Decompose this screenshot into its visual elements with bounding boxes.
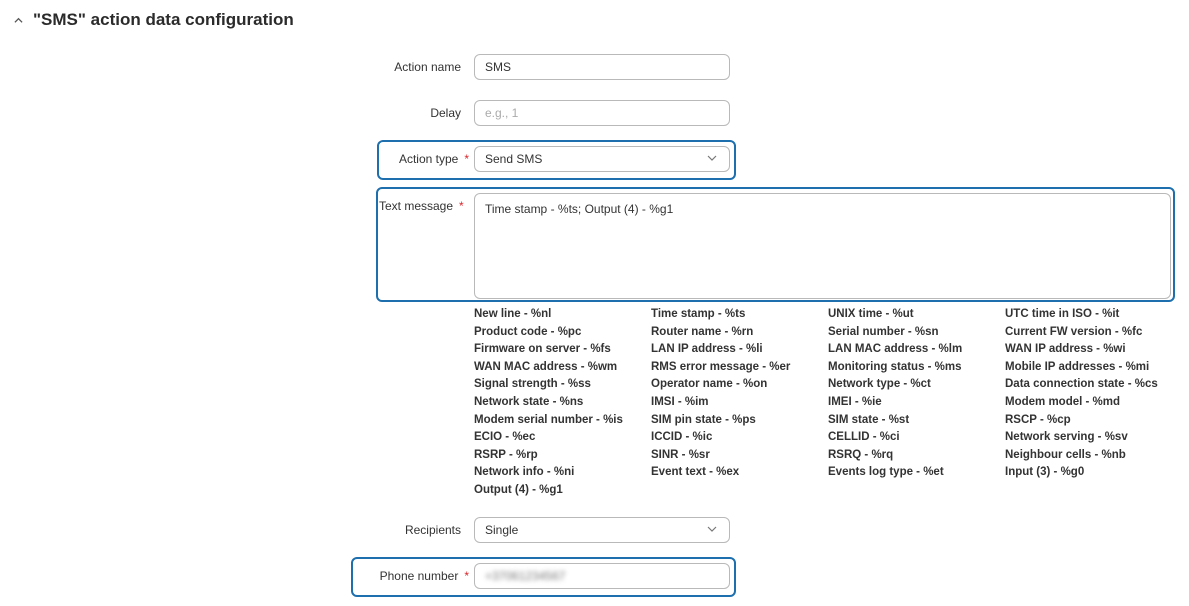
text-message-textarea[interactable]: Time stamp - %ts; Output (4) - %g1 [474, 193, 1171, 299]
variable-item: Neighbour cells - %nb [1005, 448, 1126, 461]
variable-item: Serial number - %sn [828, 325, 939, 338]
variable-item: RMS error message - %er [651, 360, 791, 373]
variable-item: UNIX time - %ut [828, 308, 914, 320]
action-name-value: SMS [485, 60, 512, 74]
variable-item: Monitoring status - %ms [828, 360, 962, 373]
variable-item: ECIO - %ec [474, 431, 536, 444]
variable-item: LAN MAC address - %lm [828, 343, 963, 356]
variable-item: LAN IP address - %li [651, 343, 763, 356]
action-type-label: Action type * [398, 152, 469, 166]
variable-item: RSRQ - %rq [828, 448, 894, 461]
variable-item: Modem serial number - %is [474, 413, 623, 426]
variable-item: SIM pin state - %ps [651, 413, 756, 426]
variable-item: RSRP - %rp [474, 448, 538, 461]
variable-item: Operator name - %on [651, 378, 768, 391]
action-name-label: Action name [394, 60, 461, 74]
variable-item: Mobile IP addresses - %mi [1005, 360, 1150, 373]
variable-item: Current FW version - %fc [1005, 325, 1143, 338]
variable-item: CELLID - %ci [828, 431, 900, 444]
variable-item: SIM state - %st [828, 413, 910, 426]
variable-item: Network state - %ns [474, 395, 584, 408]
variable-item: IMSI - %im [651, 395, 709, 408]
section-header[interactable]: "SMS" action data configuration [14, 10, 294, 30]
variable-item: Network type - %ct [828, 378, 931, 391]
delay-label: Delay [430, 106, 461, 120]
action-type-select[interactable]: Send SMS [474, 146, 730, 172]
chevron-down-icon [707, 155, 717, 161]
variable-item: SINR - %sr [651, 448, 710, 461]
delay-placeholder: e.g., 1 [485, 106, 519, 120]
variable-item: WAN IP address - %wi [1005, 343, 1126, 356]
variable-item: RSCP - %cp [1005, 413, 1071, 426]
variable-item: ICCID - %ic [651, 431, 713, 444]
variable-item: Firmware on server - %fs [474, 343, 611, 356]
phone-number-input[interactable]: +37061234567 [474, 563, 730, 589]
variable-item: Events log type - %et [828, 466, 944, 479]
recipients-label: Recipients [404, 523, 461, 537]
variable-item: Event text - %ex [651, 466, 740, 479]
variable-item: IMEI - %ie [828, 395, 882, 408]
variable-item: Data connection state - %cs [1005, 378, 1158, 391]
delay-input[interactable]: e.g., 1 [474, 100, 730, 126]
variable-item: Time stamp - %ts [651, 308, 746, 320]
variable-item: WAN MAC address - %wm [474, 360, 618, 373]
recipients-select[interactable]: Single [474, 517, 730, 543]
variables-list: New line - %nl Time stamp - %ts UNIX time … [474, 306, 1174, 500]
variable-item: New line - %nl [474, 308, 552, 320]
variable-item: UTC time in ISO - %it [1005, 308, 1120, 320]
variable-item: Input (3) - %g0 [1005, 466, 1085, 479]
phone-number-label: Phone number * [379, 569, 469, 583]
action-type-value: Send SMS [485, 152, 543, 166]
variable-item: Signal strength - %ss [474, 378, 591, 391]
recipients-value: Single [485, 523, 519, 537]
required-marker: * [464, 152, 469, 166]
required-marker: * [459, 199, 464, 213]
action-name-input[interactable]: SMS [474, 54, 730, 80]
variable-item: Product code - %pc [474, 325, 582, 338]
variable-item: Network serving - %sv [1005, 431, 1128, 444]
variable-item: Router name - %rn [651, 325, 754, 338]
chevron-up-icon [14, 17, 23, 23]
section-title: "SMS" action data configuration [33, 10, 294, 29]
text-message-label: Text message * [379, 199, 464, 213]
required-marker: * [464, 569, 469, 583]
text-message-value: Time stamp - %ts; Output (4) - %g1 [485, 202, 674, 216]
variable-item: Network info - %ni [474, 466, 575, 479]
chevron-down-icon [707, 526, 717, 532]
variable-item: Output (4) - %g1 [474, 483, 563, 496]
variable-item: Modem model - %md [1005, 395, 1121, 408]
phone-number-value: +37061234567 [485, 569, 566, 583]
